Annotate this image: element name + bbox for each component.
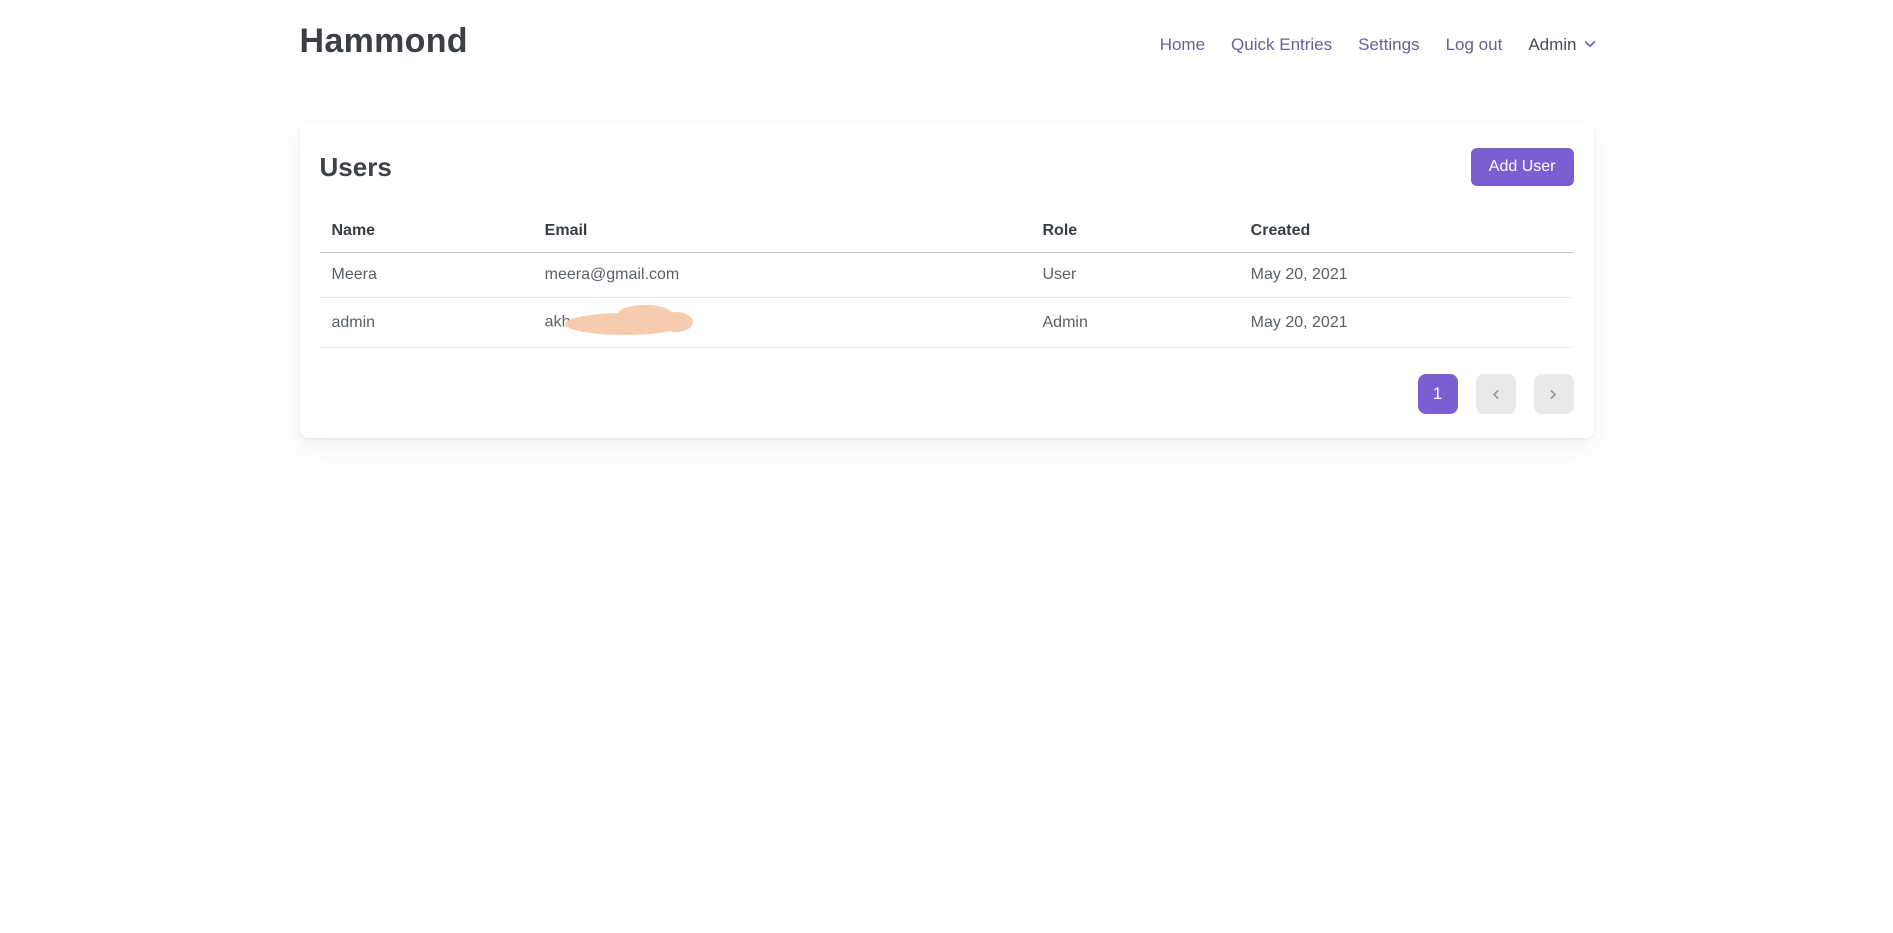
table-row: admin akh Admin May 20, 2021 xyxy=(320,298,1574,348)
column-header-role: Role xyxy=(1031,213,1239,253)
cell-name: Meera xyxy=(320,253,533,298)
column-header-name: Name xyxy=(320,213,533,253)
cell-email: akh xyxy=(533,298,1031,348)
users-table: Name Email Role Created Meera meera@gmai… xyxy=(320,213,1574,348)
column-header-created: Created xyxy=(1239,213,1574,253)
table-row: Meera meera@gmail.com User May 20, 2021 xyxy=(320,253,1574,298)
next-page-button[interactable] xyxy=(1534,374,1574,414)
chevron-left-icon xyxy=(1493,389,1503,399)
cell-created: May 20, 2021 xyxy=(1239,298,1574,348)
nav-item-settings[interactable]: Settings xyxy=(1358,35,1419,55)
main-nav: Home Quick Entries Settings Log out Admi… xyxy=(1160,29,1594,55)
users-card: Users Add User Name Email Role Created M… xyxy=(300,123,1594,438)
cell-email: meera@gmail.com xyxy=(533,253,1031,298)
add-user-button[interactable]: Add User xyxy=(1471,148,1574,186)
page-title: Users xyxy=(320,152,392,183)
cell-role: Admin xyxy=(1031,298,1239,348)
pagination: 1 xyxy=(320,374,1574,414)
nav-item-home[interactable]: Home xyxy=(1160,35,1205,55)
nav-item-quick-entries[interactable]: Quick Entries xyxy=(1231,35,1332,55)
cell-name: admin xyxy=(320,298,533,348)
cell-role: User xyxy=(1031,253,1239,298)
column-header-email: Email xyxy=(533,213,1031,253)
prev-page-button[interactable] xyxy=(1476,374,1516,414)
top-navbar: Hammond Home Quick Entries Settings Log … xyxy=(300,0,1594,61)
user-menu-label: Admin xyxy=(1528,35,1576,55)
users-card-header: Users Add User xyxy=(320,147,1574,187)
brand-logo[interactable]: Hammond xyxy=(300,22,468,61)
cell-created: May 20, 2021 xyxy=(1239,253,1574,298)
chevron-down-icon xyxy=(1584,36,1595,47)
users-table-header-row: Name Email Role Created xyxy=(320,213,1574,253)
chevron-right-icon xyxy=(1547,389,1557,399)
nav-item-logout[interactable]: Log out xyxy=(1446,35,1503,55)
redaction-scribble xyxy=(563,301,695,342)
user-menu-dropdown[interactable]: Admin xyxy=(1528,35,1593,55)
page-number-button[interactable]: 1 xyxy=(1418,374,1458,414)
